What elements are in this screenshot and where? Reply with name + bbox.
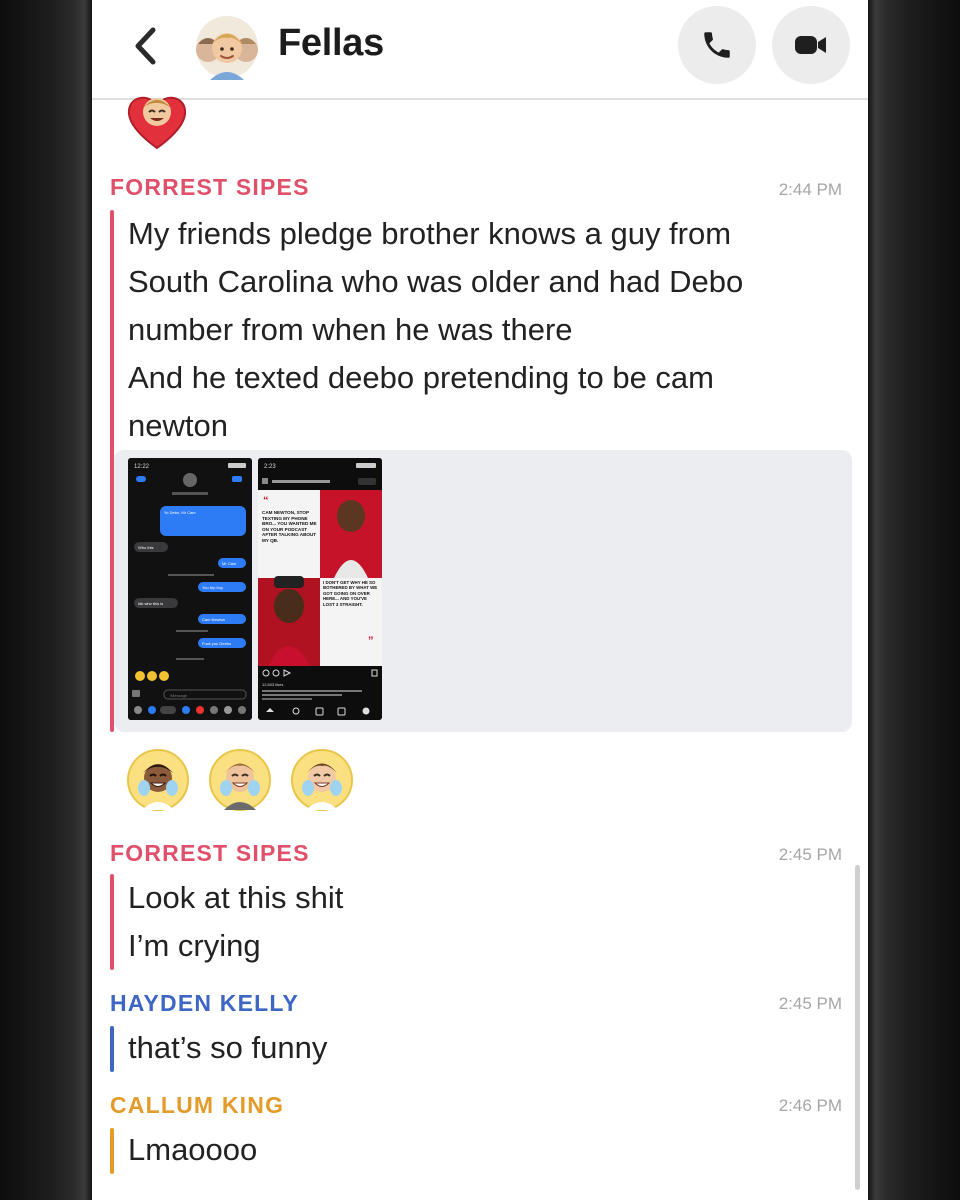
bubble-text: Fuck you Deebo (202, 641, 232, 646)
chevron-left-icon (135, 27, 156, 65)
message-line: Lmaoooo (128, 1132, 258, 1167)
bubble-text: Yo Debo, Mr Cam (164, 510, 196, 515)
attached-screenshot-instagram[interactable]: 2:23 “ CAM NEWTON, STOP TEXTING MY PHONE… (258, 458, 382, 720)
video-camera-icon (795, 36, 826, 54)
message-timestamp: 2:44 PM (778, 180, 842, 199)
imessage-screenshot-image: 12:22 Yo Debo, Mr Cam Who this Mr Cam Yo… (128, 458, 252, 720)
sender-name-hayden: HAYDEN KELLY (110, 990, 300, 1016)
bubble-text: Mr Cam (222, 561, 237, 566)
reaction-bitmoji (126, 748, 190, 812)
bubble-text: Who this (138, 545, 154, 550)
heart-bitmoji-icon (127, 96, 187, 150)
phone-frame-left (0, 0, 92, 1200)
video-call-button[interactable] (772, 6, 850, 84)
chat-scrollbar[interactable] (855, 865, 860, 1190)
voice-call-button[interactable] (678, 6, 756, 84)
sender-name-callum: CALLUM KING (110, 1092, 285, 1118)
message-timestamp: 2:46 PM (778, 1096, 842, 1115)
post-likes: 12,603 likes (262, 682, 283, 687)
reaction-bitmoji (290, 748, 354, 812)
message-timestamp: 2:45 PM (778, 994, 842, 1013)
group-avatar[interactable] (192, 14, 262, 80)
message-line: South Carolina who was older and had Deb… (128, 264, 744, 299)
bubble-text: You trip boy (202, 585, 223, 590)
chat-title: Fellas (278, 22, 384, 64)
back-button[interactable] (128, 24, 164, 68)
post-headline-2: I DON'T GET WHY HE SO BOTHERED BY WHAT W… (323, 580, 378, 607)
image-attachment[interactable]: 12:22 Yo Debo, Mr Cam Who this Mr Cam Yo… (114, 450, 852, 732)
group-bitmoji-icon (196, 16, 258, 80)
phone-icon (704, 32, 730, 58)
message-line: My friends pledge brother knows a guy fr… (128, 216, 732, 251)
message-accent-bar (110, 1026, 114, 1072)
message-timestamp: 2:45 PM (778, 845, 842, 864)
message-line: number from when he was there (128, 312, 573, 347)
svg-text:”: ” (368, 635, 374, 647)
message-accent-bar (110, 1128, 114, 1174)
bubble-text: Idk who this is (138, 601, 163, 606)
svg-text:“: “ (263, 495, 269, 507)
imessage-placeholder: iMessage (170, 693, 188, 698)
bubble-text: Cam Newton (202, 617, 225, 622)
screenshot-status-time: 12:22 (134, 464, 150, 470)
instagram-screenshot-image: 2:23 “ CAM NEWTON, STOP TEXTING MY PHONE… (258, 458, 382, 720)
laughing-bitmoji-icon (291, 749, 353, 811)
chat-header: Fellas (92, 0, 868, 100)
post-headline-1: CAM NEWTON, STOP TEXTING MY PHONE BRO...… (262, 510, 317, 543)
chat-screen: Fellas FORREST SIPES 2:44 PM My friends … (92, 0, 868, 1200)
message-line: that’s so funny (128, 1030, 328, 1065)
attached-screenshot-imessage[interactable]: 12:22 Yo Debo, Mr Cam Who this Mr Cam Yo… (128, 458, 252, 720)
reaction-bitmoji (208, 748, 272, 812)
message-accent-bar (110, 874, 114, 970)
heart-bitmoji-sticker (122, 92, 192, 152)
message-line: Look at this shit (128, 880, 344, 915)
message-line: I’m crying (128, 928, 261, 963)
phone-frame-right (868, 0, 960, 1200)
message-line: And he texted deebo pretending to be cam (128, 360, 714, 395)
sender-name-forrest: FORREST SIPES (110, 840, 310, 866)
laughing-bitmoji-icon (127, 749, 189, 811)
laughing-bitmoji-icon (209, 749, 271, 811)
message-line: newton (128, 408, 228, 443)
sender-name-forrest: FORREST SIPES (110, 174, 310, 200)
screenshot-status-time: 2:23 (264, 464, 276, 470)
